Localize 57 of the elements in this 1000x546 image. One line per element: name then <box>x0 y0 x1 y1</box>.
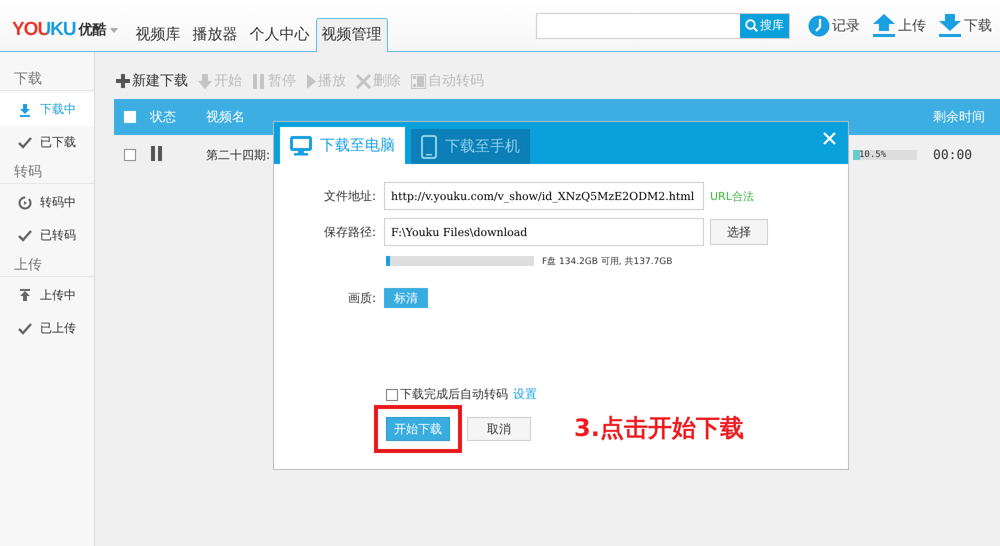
checkbox[interactable] <box>124 149 136 161</box>
download-icon <box>18 102 32 116</box>
nav-tab[interactable]: 个人中心 <box>244 18 316 52</box>
checkbox-label: 下载完成后自动转码 <box>400 386 508 403</box>
field-label: 画质: <box>346 290 377 306</box>
sidebar-item[interactable]: 上传中 <box>0 279 94 312</box>
upload-button[interactable]: 上传 <box>870 14 928 38</box>
logo-text: 优酷 <box>78 21 107 39</box>
history-button[interactable]: 记录 <box>806 14 862 36</box>
pause-icon <box>252 74 266 88</box>
column-header: 状态 <box>148 109 177 126</box>
upload-icon <box>18 288 32 302</box>
plus-icon <box>116 74 130 88</box>
disk-space-text: F盘 134.2GB 可用, 共137.7GB <box>542 256 672 268</box>
progress-text: 10.5% <box>858 150 886 160</box>
download-icon <box>938 14 962 38</box>
cancel-button[interactable]: 取消 <box>467 417 531 441</box>
column-header: 视频名 <box>205 109 246 126</box>
film-icon <box>411 74 426 88</box>
sidebar-item[interactable]: 已上传 <box>0 312 94 345</box>
nav-tab[interactable]: 视频库 <box>130 18 187 52</box>
search-icon <box>745 19 758 32</box>
group-heading: 下载 <box>0 66 94 91</box>
check-icon <box>18 136 32 148</box>
pause-icon <box>150 146 164 160</box>
upload-icon <box>872 14 896 38</box>
group-heading: 转码 <box>0 159 94 184</box>
sidebar-item[interactable]: 已转码 <box>0 219 94 252</box>
convert-icon <box>18 196 32 210</box>
caret-icon <box>110 28 118 32</box>
phone-icon <box>421 134 437 158</box>
check-icon <box>18 322 32 334</box>
clock-icon <box>808 14 830 36</box>
table-cell-text: 第二十四期: <box>205 146 270 164</box>
delete-icon <box>356 74 371 88</box>
sidebar-item[interactable]: 已下载 <box>0 126 94 159</box>
field-label: 保存路径: <box>322 224 377 240</box>
toolbar-button[interactable]: 新建下载 <box>114 72 190 90</box>
checkbox[interactable] <box>386 388 398 400</box>
url-field[interactable]: http://v.youku.com/v_show/id_XNzQ5MzE2ODM2.html <box>384 182 704 210</box>
monitor-icon <box>290 136 312 156</box>
sidebar-item[interactable]: 转码中 <box>0 186 94 219</box>
play-icon <box>306 74 316 88</box>
nav-tab[interactable]: 视频管理 <box>316 18 388 52</box>
path-field[interactable]: F:\Youku Files\download <box>384 218 704 246</box>
column-header: 剩余时间 <box>932 109 986 126</box>
download-button[interactable]: 下载 <box>936 14 994 38</box>
nav-tab[interactable]: 播放器 <box>186 18 244 52</box>
check-icon <box>18 230 32 242</box>
close-icon <box>823 132 836 145</box>
status-text: URL合法 <box>710 188 754 204</box>
browse-button[interactable]: 选择 <box>710 219 768 245</box>
table-cell-text: 00:00 <box>932 148 974 162</box>
down-arrow-icon <box>198 74 212 88</box>
group-heading: 上传 <box>0 252 94 277</box>
field-label: 文件地址: <box>322 188 377 204</box>
annotation-text: 3.点击开始下载 <box>574 413 744 444</box>
